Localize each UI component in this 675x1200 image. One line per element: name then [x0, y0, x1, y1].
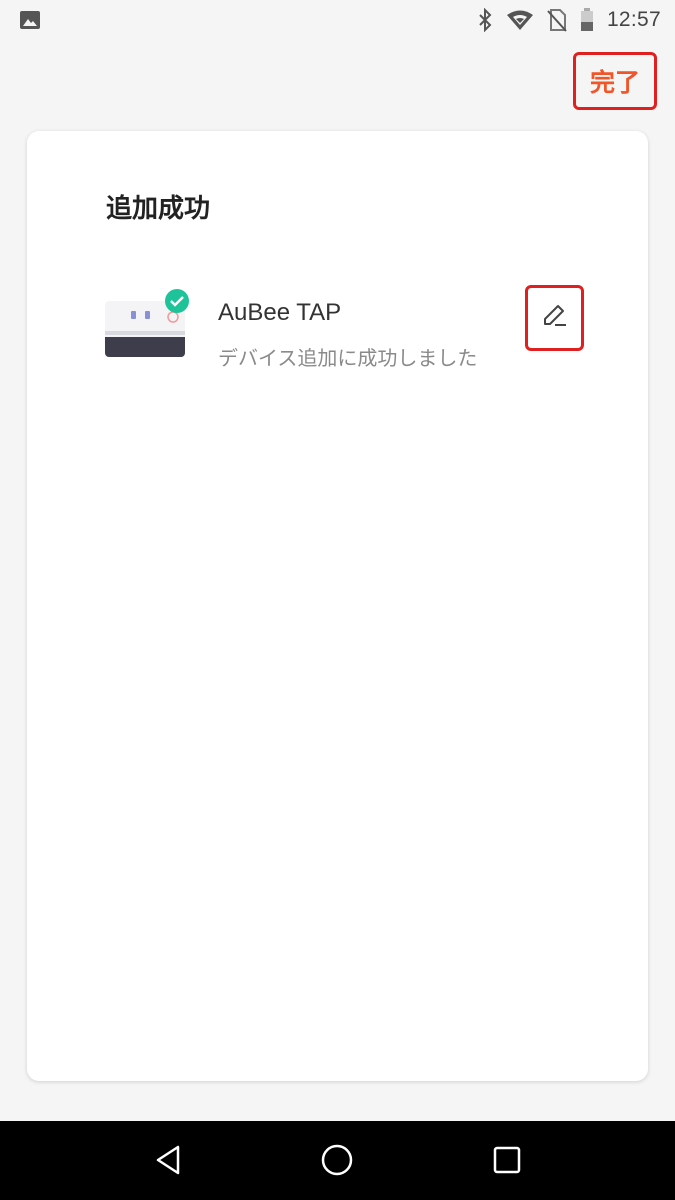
status-icons: 12:57 — [477, 6, 661, 34]
check-badge-icon — [165, 289, 189, 313]
navigation-bar — [0, 1121, 675, 1200]
battery-icon — [580, 8, 594, 32]
back-icon[interactable] — [148, 1140, 188, 1180]
smart-plug-image — [105, 289, 195, 367]
wifi-icon — [506, 9, 534, 31]
result-card: 追加成功 AuBee TAP デバイス追加に成功しました — [27, 131, 648, 1081]
gallery-icon — [19, 10, 41, 34]
recents-icon[interactable] — [487, 1140, 527, 1180]
no-sim-icon — [547, 8, 567, 32]
card-title: 追加成功 — [106, 194, 211, 224]
screen: 12:57 完了 追加成功 AuBee TAP デバイス追加に成功しました — [0, 0, 675, 1200]
edit-name-button[interactable] — [525, 285, 584, 351]
device-name: AuBee TAP — [218, 299, 342, 326]
home-icon[interactable] — [317, 1140, 357, 1180]
done-button[interactable]: 完了 — [573, 52, 657, 110]
device-status: デバイス追加に成功しました — [218, 346, 478, 370]
status-time: 12:57 — [606, 8, 661, 31]
pencil-icon — [541, 302, 569, 334]
status-bar: 12:57 — [0, 0, 675, 40]
bluetooth-icon — [477, 8, 493, 32]
